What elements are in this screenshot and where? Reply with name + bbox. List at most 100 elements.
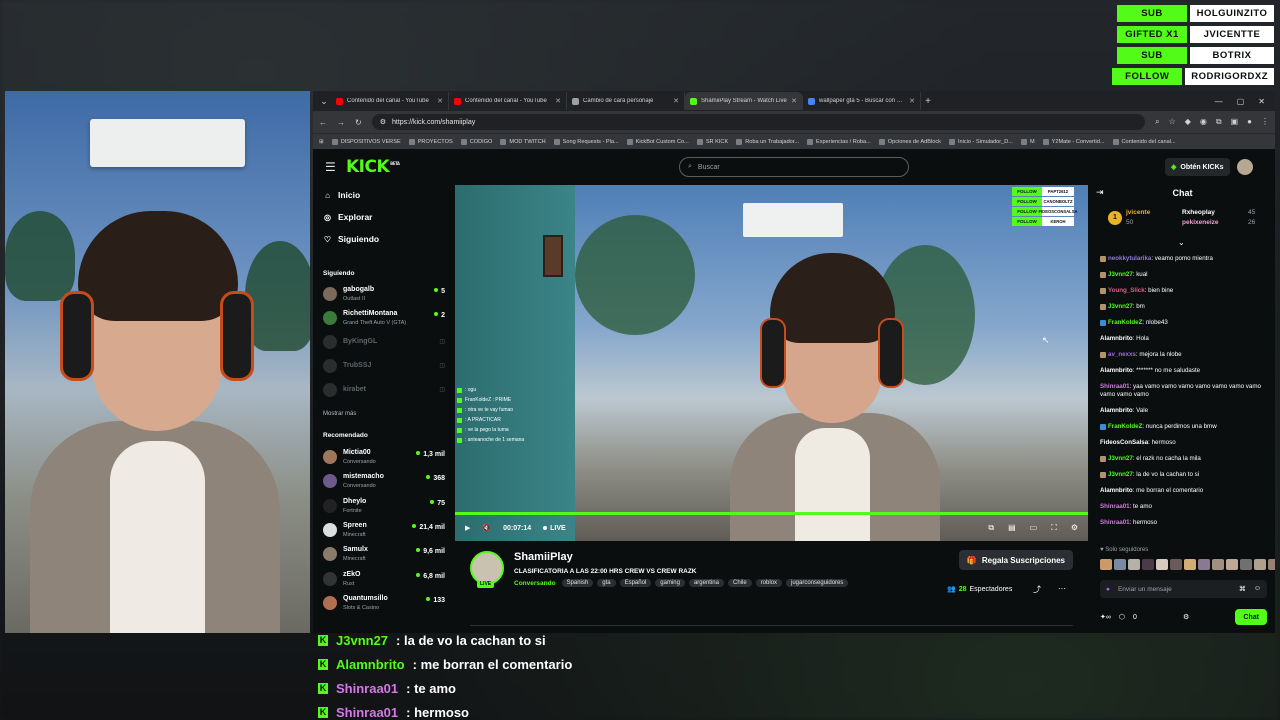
chat-username[interactable]: J3vnn27 [1108,271,1133,278]
emote-icon[interactable] [1268,559,1275,570]
extension-icon[interactable]: ◉ [1200,117,1207,127]
chat-username[interactable]: Alamnbrito [1100,487,1133,494]
chat-username[interactable]: Alamnbrito [1100,407,1133,414]
volume-icon[interactable]: 🔇 [482,524,491,532]
tab-close-icon[interactable]: ✕ [673,97,679,105]
bookmark-item[interactable]: KickBot Custom Co... [626,138,689,145]
gift-subs-button[interactable]: 🎁 Regala Suscripciones [958,550,1073,570]
clip-icon[interactable]: ▤ [1008,523,1016,533]
tab-close-icon[interactable]: ✕ [437,97,443,105]
bookmark-item[interactable]: Experiencias / Roba... [807,138,871,145]
chat-username[interactable]: FranKoldeZ [1108,423,1142,430]
nav-inicio[interactable]: ⌂ Inicio [323,190,360,200]
chat-username[interactable]: Shinraa01 [1100,519,1130,526]
command-icon[interactable]: ⌘ [1239,585,1246,593]
leaderboard-user[interactable]: Rxheoplay [1182,209,1215,216]
stream-tag[interactable]: Spanish [561,579,594,587]
stream-tag[interactable]: Chile [727,579,752,587]
chat-username[interactable]: J3vnn27 [1108,303,1133,310]
url-input[interactable]: ⚙ https://kick.com/shamiiplay [371,114,1146,130]
new-tab-button[interactable]: + [921,96,935,107]
following-channel[interactable]: TrubSSJ ◫ [323,357,447,379]
emote-icon[interactable] [1198,559,1210,570]
chat-username[interactable]: J3vnn27 [1108,455,1133,462]
emote-icon[interactable] [1114,559,1126,570]
show-more-link[interactable]: Mostrar más [323,411,356,417]
bookmark-star-icon[interactable]: ☆ [1169,117,1176,127]
theater-mode-icon[interactable]: ▭ [1030,523,1038,533]
stream-tag[interactable]: gta [597,579,616,587]
stream-tag[interactable]: jugarconseguidores [786,579,849,587]
search-input[interactable]: ⌕ Buscar [679,157,909,177]
recommended-channel[interactable]: Spreen Minecraft 21,4 mil [323,521,447,543]
bookmark-item[interactable]: Opciones de AdBlock [878,138,941,145]
browser-tab[interactable]: wallpaper gta 5 - Buscar con Google ✕ [803,92,921,110]
site-info-icon[interactable]: ⚙ [380,118,386,126]
recommended-channel[interactable]: zEkO Rust 6,8 mil [323,570,447,592]
emote-icon[interactable] [1212,559,1224,570]
following-channel[interactable]: ByKingGL ◫ [323,333,447,355]
close-icon[interactable]: ✕ [1258,97,1265,106]
recommended-channel[interactable]: mistemacho Conversando 368 [323,472,447,494]
stream-tag[interactable]: argentina [688,579,724,587]
extension-icon[interactable]: ⧉ [1216,117,1222,127]
recommended-channel[interactable]: Mictia00 Conversando 1,3 mil [323,448,447,470]
maximize-icon[interactable]: ▢ [1237,97,1245,106]
following-channel[interactable]: gabogalb Outlast II 5 [323,285,447,307]
share-icon[interactable]: ⤴ [1033,584,1041,595]
user-avatar[interactable] [1237,159,1253,175]
emote-icon[interactable] [1100,559,1112,570]
bookmark-item[interactable]: Contenido del canal... [1112,138,1176,145]
bookmark-item[interactable]: CODIGO [460,138,492,145]
chat-input[interactable]: ● Enviar un mensaje ⌘ ☺ [1100,580,1267,598]
chat-username[interactable]: Shinraa01 [1100,503,1130,510]
nav-explorar[interactable]: ◎ Explorar [323,212,373,222]
stream-tag[interactable]: gaming [655,579,685,587]
emote-icon[interactable] [1170,559,1182,570]
fullscreen-icon[interactable]: ⛶ [1051,523,1057,533]
stream-tag[interactable]: Español [619,579,652,587]
chat-username[interactable]: Alamnbrito [1100,367,1133,374]
emote-icon[interactable] [1156,559,1168,570]
play-icon[interactable]: ▶ [465,524,470,532]
kick-logo[interactable]: KICKBETA [346,157,400,177]
bookmark-item[interactable]: SR KICK [696,138,728,145]
zoom-icon[interactable]: ⌕ [1155,117,1159,127]
minimize-icon[interactable]: — [1215,97,1223,106]
bookmark-item[interactable]: Y2Mate - Convertid... [1042,138,1105,145]
bookmark-item[interactable]: Inicio - Simulador_D... [948,138,1013,145]
browser-tab[interactable]: Contenido del canal - YouTube ✕ [449,92,567,110]
pip-icon[interactable]: ⧉ [988,523,994,533]
emote-icon[interactable] [1142,559,1154,570]
tab-search-icon[interactable]: ⌄ [317,94,331,108]
chat-username[interactable]: J3vnn27 [1108,471,1133,478]
chat-username[interactable]: neokkytularika [1108,255,1151,262]
emote-icon[interactable] [1226,559,1238,570]
send-chat-button[interactable]: Chat [1235,609,1267,625]
apps-grid-icon[interactable]: ⊞ [319,139,324,145]
channel-points-icon[interactable]: ✦∞ [1100,613,1111,621]
expand-leaderboard-icon[interactable]: ⌄ [1178,238,1185,247]
recommended-channel[interactable]: Samulx Minecraft 9,6 mil [323,545,447,567]
tab-close-icon[interactable]: ✕ [791,97,797,105]
video-player[interactable]: FOLLOW PAPT2612 FOLLOW CANONBOLTZ FOLLOW FIDE… [455,185,1088,541]
bookmark-item[interactable]: DISPOSITIVOS VERSE [331,138,401,145]
bookmark-item[interactable]: Song Requests - Pla... [553,138,619,145]
hamburger-menu-icon[interactable]: ☰ [325,160,336,174]
chat-username[interactable]: FranKoldeZ [1108,319,1142,326]
chat-username[interactable]: FideosConSalsa [1100,439,1148,446]
video-progress-bar[interactable] [455,512,1088,515]
bookmark-item[interactable]: Roba un Trabajador... [736,138,799,145]
extension-icon[interactable]: ◆ [1185,117,1191,127]
browser-tab[interactable]: ShamiiPlay Stream - Watch Live ✕ [685,92,803,110]
emote-icon[interactable] [1240,559,1252,570]
chat-settings-icon[interactable]: ⚙ [1183,613,1189,621]
chat-username[interactable]: av_nexxs [1108,351,1136,358]
stream-category[interactable]: Conversando [514,580,556,587]
browser-tab[interactable]: Cambio de cara personaje ✕ [567,92,685,110]
recommended-channel[interactable]: Quantumsillo Slots & Casino 133 [323,594,447,616]
chat-username[interactable]: Young_Slick [1108,287,1145,294]
leaderboard-user[interactable]: pekixeneize [1182,219,1219,226]
tab-close-icon[interactable]: ✕ [555,97,561,105]
streamer-avatar[interactable] [470,551,504,585]
